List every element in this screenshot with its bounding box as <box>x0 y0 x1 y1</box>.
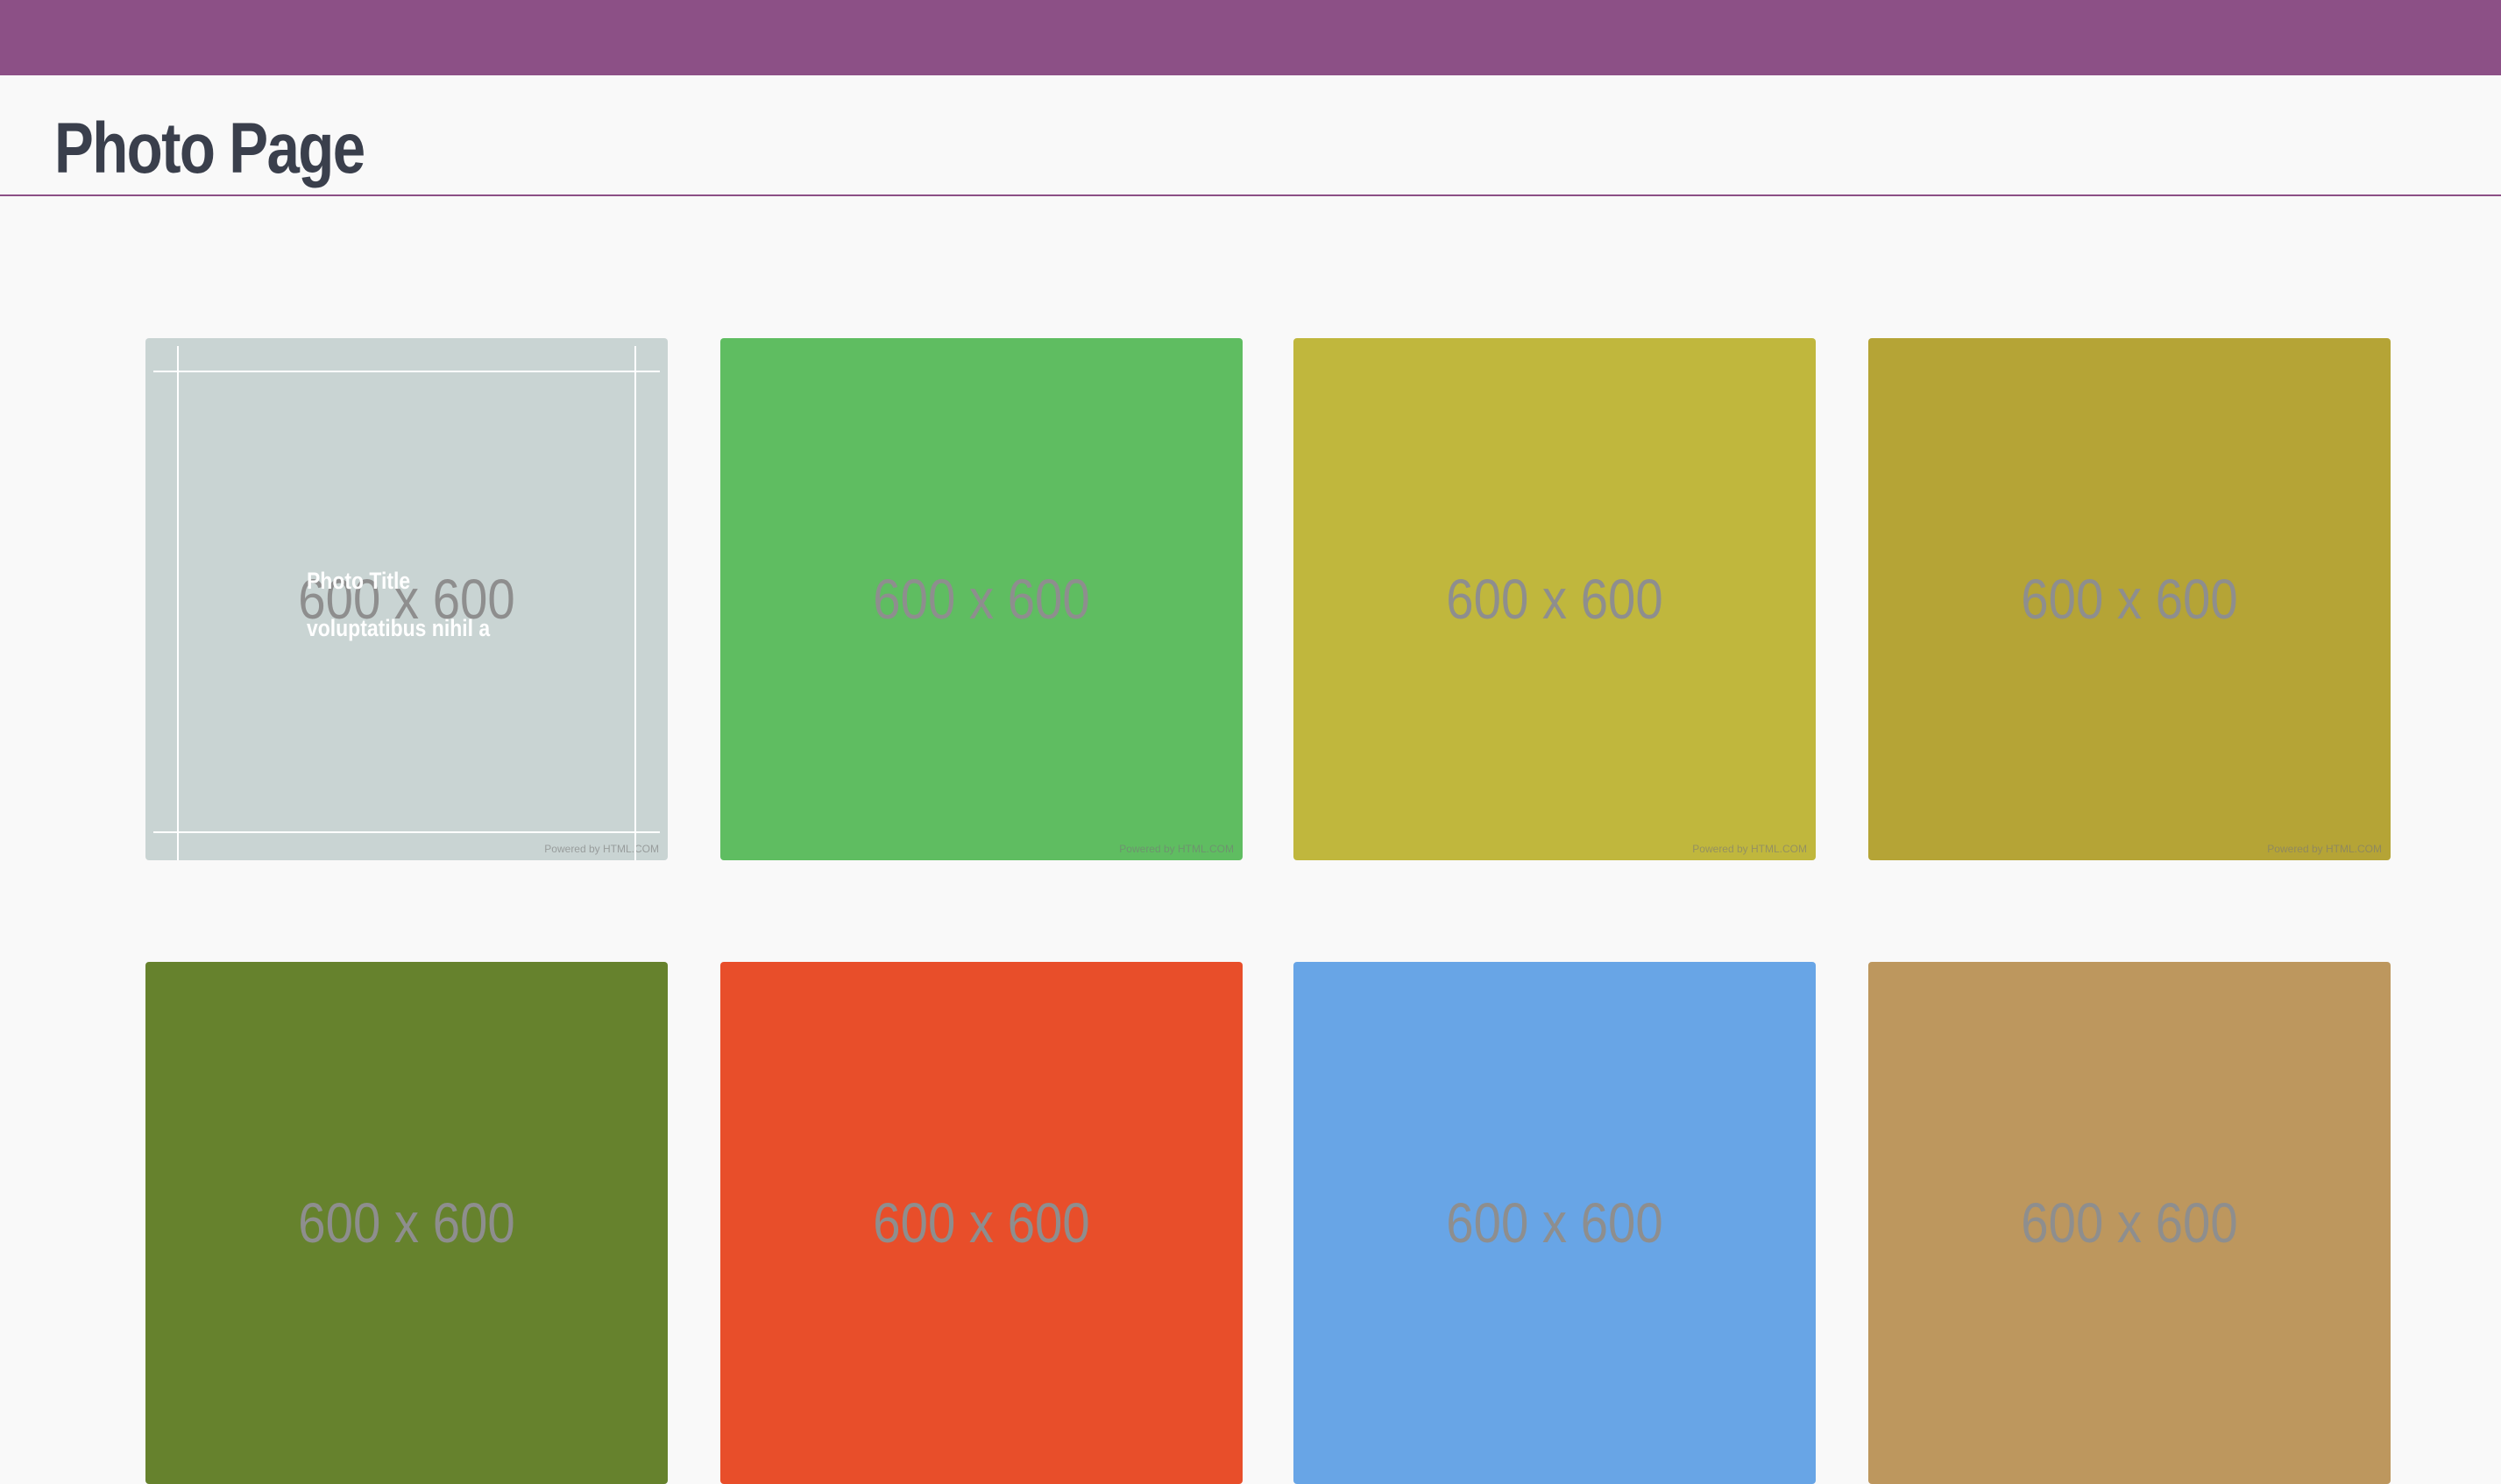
photo-caption-title: Photo Title <box>307 568 411 594</box>
photo-placeholder-label: 600 x 600 <box>298 1191 515 1254</box>
photo-placeholder-label: 600 x 600 <box>1446 1191 1663 1254</box>
photo-tile[interactable]: 600 x 600 <box>720 962 1243 1484</box>
page-title: Photo Page <box>54 109 365 188</box>
hover-frame-line <box>634 346 636 860</box>
photo-tile[interactable]: 600 x 600 Powered by HTML.COM <box>1293 338 1816 860</box>
photo-tile[interactable]: 600 x 600 Powered by HTML.COM <box>1868 338 2391 860</box>
photo-tile[interactable]: 600 x 600 <box>145 962 668 1484</box>
photo-placeholder-label: 600 x 600 <box>873 568 1090 631</box>
powered-by-text: Powered by HTML.COM <box>2267 843 2382 855</box>
photo-caption: Photo Title voluptatibus nihil a <box>307 568 490 641</box>
hover-frame-line <box>153 371 660 372</box>
photo-placeholder-label: 600 x 600 <box>873 1191 1090 1254</box>
powered-by-text: Powered by HTML.COM <box>1119 843 1234 855</box>
photo-placeholder-label: 600 x 600 <box>2021 568 2238 631</box>
powered-by-text: Powered by HTML.COM <box>1692 843 1807 855</box>
photo-tile[interactable]: 600 x 600 <box>1293 962 1816 1484</box>
photo-placeholder-label: 600 x 600 <box>1446 568 1663 631</box>
photo-tile[interactable]: 600 x 600 Powered by HTML.COM <box>720 338 1243 860</box>
photo-placeholder-label: 600 x 600 <box>2021 1191 2238 1254</box>
hover-frame-line <box>153 831 660 833</box>
photo-tile[interactable]: 600 x 600 <box>1868 962 2391 1484</box>
page-header: Photo Page <box>0 75 2501 196</box>
hover-frame-line <box>177 346 179 860</box>
photo-tile[interactable]: 600 x 600 Powered by HTML.COM Photo Titl… <box>145 338 668 860</box>
photo-caption-text: voluptatibus nihil a <box>307 615 491 641</box>
powered-by-text: Powered by HTML.COM <box>544 843 659 855</box>
top-bar <box>0 0 2501 75</box>
